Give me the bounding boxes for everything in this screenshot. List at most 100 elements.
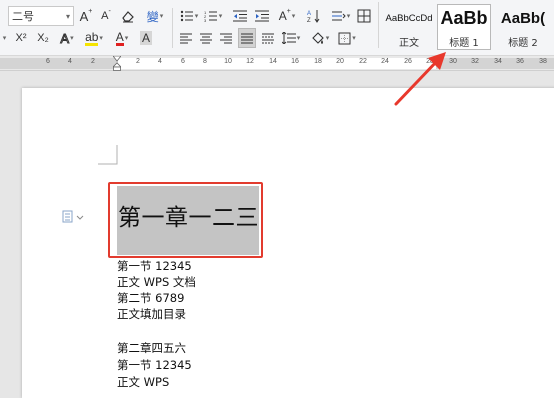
ruler-tick: 2 <box>91 58 95 65</box>
change-case-label: A <box>278 9 287 23</box>
ruler-tick: 2 <box>136 58 140 65</box>
ruler-tick: 8 <box>203 58 207 65</box>
grow-font-label: A <box>79 8 89 24</box>
decrease-indent-button[interactable] <box>232 6 248 26</box>
ribbon-toolbar: 二号 ▾ A + A- 變 ▾ ▾ 1 2 3 ▾ A + ▾ A Z ▾ ▾ … <box>0 0 554 56</box>
sort-button[interactable]: A Z <box>306 6 322 26</box>
indent-marker[interactable] <box>113 56 121 71</box>
text-effect-label: A <box>60 30 70 46</box>
character-shading-button[interactable]: A <box>138 28 154 48</box>
clear-format-button[interactable] <box>120 6 136 26</box>
chevron-down-icon: ▾ <box>65 12 70 21</box>
chevron-down-icon: ▾ <box>99 35 103 42</box>
border-icon <box>338 32 351 44</box>
grow-font-button[interactable]: A + <box>78 6 94 26</box>
chevron-down-icon: ▾ <box>218 13 223 20</box>
decrease-indent-icon <box>233 10 247 22</box>
document-line[interactable]: 正文填加目录 <box>117 306 186 322</box>
document-line[interactable]: 第二章四五六 <box>117 340 186 356</box>
style-name: 标题 1 <box>449 38 479 49</box>
chevron-down-icon: ▾ <box>194 13 199 20</box>
ruler-tick: 30 <box>449 58 457 65</box>
document-line[interactable]: 正文 WPS <box>117 374 169 390</box>
font-color-label: A <box>115 29 124 46</box>
style-gallery: AaBbCcDd 正文 AaBb 标题 1 AaBb( 标题 2 <box>382 4 554 50</box>
bullet-list-button[interactable]: ▾ <box>178 6 200 26</box>
align-right-button[interactable] <box>218 28 234 48</box>
chevron-down-icon: ▾ <box>346 13 351 20</box>
chevron-down-icon: ▾ <box>2 35 7 42</box>
chevron-down-icon: ▾ <box>291 13 296 20</box>
svg-text:Z: Z <box>307 18 311 23</box>
sort-icon: A Z <box>307 10 320 23</box>
increase-indent-button[interactable] <box>254 6 270 26</box>
style-heading-2[interactable]: AaBb( 标题 2 <box>492 4 554 50</box>
style-normal[interactable]: AaBbCcDd 正文 <box>382 4 436 50</box>
justify-button[interactable] <box>238 28 256 48</box>
ruler-tick: 34 <box>494 58 502 65</box>
font-color-button[interactable]: A ▾ <box>110 28 134 48</box>
toolbar-row-1: 二号 ▾ A + A- 變 ▾ ▾ 1 2 3 ▾ A + ▾ A Z ▾ <box>0 6 380 48</box>
svg-text:3: 3 <box>204 18 207 22</box>
shrink-font-button[interactable]: A- <box>98 6 114 26</box>
paragraph-layout-icon[interactable] <box>62 210 86 224</box>
chevron-down-icon: ▾ <box>325 35 330 42</box>
style-name: 正文 <box>399 38 419 49</box>
grid-icon <box>357 9 371 23</box>
style-sample: AaBbCcDd <box>385 12 433 24</box>
align-right-icon <box>220 33 232 43</box>
ruler-tick: 4 <box>68 58 72 65</box>
ruler-tick: 36 <box>516 58 524 65</box>
ruler-tick: 6 <box>181 58 185 65</box>
align-left-button[interactable] <box>178 28 194 48</box>
plus-icon: + <box>88 7 93 15</box>
highlight-label: ab <box>85 29 99 46</box>
ruler-tick: 22 <box>359 58 367 65</box>
ruler-tick: 24 <box>381 58 389 65</box>
subscript-button[interactable]: X₂ <box>34 28 52 48</box>
font-size-select[interactable]: 二号 ▾ <box>8 6 74 26</box>
highlight-button[interactable]: ab ▾ <box>82 28 106 48</box>
line-spacing-button[interactable]: ▾ <box>280 28 302 48</box>
style-heading-1[interactable]: AaBb 标题 1 <box>437 4 491 50</box>
phonetic-label: 變 <box>146 9 159 24</box>
horizontal-ruler[interactable]: 6 4 2 2 4 6 8 10 12 14 16 18 20 22 24 26… <box>0 56 554 71</box>
document-line[interactable]: 正文 WPS 文档 <box>117 274 196 290</box>
ruler-tick: 16 <box>291 58 299 65</box>
chevron-down-icon: ▾ <box>124 35 129 42</box>
paint-bucket-icon <box>311 32 324 44</box>
superscript-button[interactable]: X² <box>12 28 30 48</box>
borders-button[interactable]: ▾ <box>336 28 358 48</box>
toolbar-row-2: ▾ X² X₂ A ▾ ab ▾ A ▾ A ▾ ▾ ▾ <box>0 28 380 50</box>
distributed-button[interactable] <box>260 28 276 48</box>
distributed-icon <box>262 33 274 43</box>
svg-text:A: A <box>307 11 311 17</box>
line-spacing-icon <box>281 32 296 44</box>
document-line[interactable]: 第二节 6789 <box>117 290 184 306</box>
text-effect-button[interactable]: A ▾ <box>56 28 78 48</box>
change-case-button[interactable]: A + ▾ <box>276 6 298 26</box>
document-line[interactable]: 第一节 12345 <box>117 357 192 373</box>
bullet-list-icon <box>180 10 193 22</box>
minus-icon: - <box>108 7 111 15</box>
eraser-icon <box>122 11 134 23</box>
align-center-button[interactable] <box>198 28 214 48</box>
increase-indent-icon <box>255 10 269 22</box>
align-left-icon <box>180 33 192 43</box>
chevron-down-icon: ▾ <box>296 35 301 42</box>
phonetic-guide-button[interactable]: 變 ▾ <box>142 6 168 26</box>
document-page[interactable] <box>22 88 554 398</box>
table-grid-button[interactable] <box>356 6 372 26</box>
more-arrow[interactable]: ▾ <box>0 28 8 48</box>
justify-icon <box>241 33 253 43</box>
divider <box>378 2 379 48</box>
shading-button[interactable]: ▾ <box>308 28 332 48</box>
document-line[interactable]: 第一节 12345 <box>117 258 192 274</box>
chevron-down-icon: ▾ <box>159 13 164 20</box>
style-name: 标题 2 <box>508 38 538 49</box>
show-marks-button[interactable]: ▾ <box>330 6 352 26</box>
ruler-tick: 14 <box>269 58 277 65</box>
numbered-list-button[interactable]: 1 2 3 ▾ <box>202 6 224 26</box>
annotation-arrow-icon <box>394 52 446 106</box>
ruler-left-margin <box>0 58 118 69</box>
